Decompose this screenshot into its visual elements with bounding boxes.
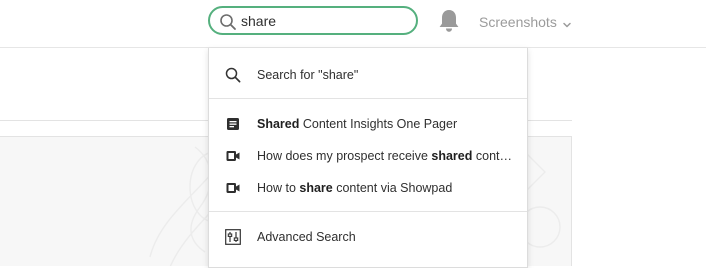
result-item[interactable]: How to share content via Showpad bbox=[209, 175, 527, 201]
search-box[interactable] bbox=[208, 6, 418, 35]
result-item[interactable]: How does my prospect receive shared cont… bbox=[209, 143, 527, 169]
result-label: How does my prospect receive shared cont… bbox=[257, 149, 513, 163]
result-label: How to share content via Showpad bbox=[257, 181, 453, 195]
workspace-label: Screenshots bbox=[479, 14, 557, 30]
advanced-search-sliders-icon bbox=[225, 229, 241, 245]
document-icon bbox=[225, 116, 241, 132]
dropdown-divider bbox=[209, 211, 527, 212]
search-icon bbox=[225, 67, 241, 83]
chevron-down-icon bbox=[562, 17, 572, 28]
dropdown-divider bbox=[209, 98, 527, 99]
search-icon bbox=[219, 13, 237, 31]
advanced-search-label: Advanced Search bbox=[257, 230, 356, 244]
workspace-menu[interactable]: Screenshots bbox=[479, 13, 572, 31]
video-icon bbox=[225, 148, 241, 164]
result-label: Shared Content Insights One Pager bbox=[257, 117, 458, 131]
result-item[interactable]: Shared Content Insights One Pager bbox=[209, 111, 527, 137]
notifications-bell-icon[interactable] bbox=[437, 8, 461, 34]
search-input[interactable] bbox=[241, 11, 411, 31]
advanced-search-option[interactable]: Advanced Search bbox=[209, 224, 527, 250]
search-dropdown: Search for "share" Shared Content Insigh… bbox=[208, 48, 528, 268]
search-for-label: Search for "share" bbox=[257, 68, 359, 82]
search-for-option[interactable]: Search for "share" bbox=[209, 62, 527, 88]
video-icon bbox=[225, 180, 241, 196]
top-bar: Screenshots bbox=[0, 0, 706, 48]
